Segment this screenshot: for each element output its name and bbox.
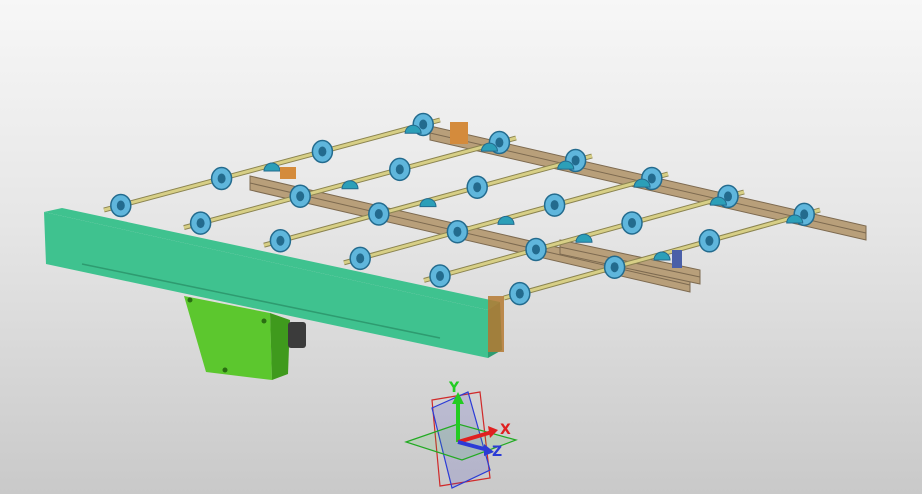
cad-model-scene[interactable]: Y X Z bbox=[0, 0, 922, 494]
3d-cad-viewport[interactable]: Y X Z bbox=[0, 0, 922, 494]
roller-hub bbox=[610, 262, 619, 273]
gearbox-bolt bbox=[222, 367, 228, 373]
roller-hub bbox=[356, 253, 365, 264]
roller-hub bbox=[436, 270, 444, 281]
roller-hub bbox=[318, 146, 327, 157]
roller-hub bbox=[276, 235, 285, 246]
end-bracket bbox=[488, 296, 504, 352]
roller-hub bbox=[628, 217, 636, 228]
orange-bracket bbox=[280, 167, 296, 179]
triad-z-label: Z bbox=[492, 444, 502, 460]
sensor-bracket bbox=[672, 250, 682, 268]
roller-hub bbox=[395, 164, 404, 175]
orange-bracket bbox=[450, 122, 468, 144]
motor-coupling bbox=[288, 322, 306, 348]
roller-hub bbox=[453, 226, 462, 237]
triad-x-label: X bbox=[500, 422, 511, 438]
roller-hub bbox=[571, 155, 580, 166]
roller-hub bbox=[419, 119, 428, 130]
roller-hub bbox=[705, 235, 714, 246]
roller-hub bbox=[532, 244, 540, 255]
gearbox-bolt bbox=[187, 297, 193, 303]
roller-hub bbox=[495, 137, 504, 148]
roller-hub bbox=[550, 200, 559, 211]
triad-y-label: Y bbox=[448, 380, 460, 396]
roller-hub bbox=[116, 200, 125, 211]
roller-hub bbox=[647, 173, 656, 184]
roller-hub bbox=[724, 191, 732, 202]
roller-hub bbox=[296, 191, 305, 202]
gearbox-bolt bbox=[261, 318, 267, 324]
roller-hub bbox=[217, 173, 226, 184]
coordinate-triad[interactable]: Y X Z bbox=[404, 380, 518, 489]
roller-hub bbox=[374, 208, 383, 219]
roller-hub bbox=[515, 288, 524, 299]
gearbox-side bbox=[270, 313, 290, 380]
roller-hub bbox=[473, 182, 482, 193]
roller-hub bbox=[196, 218, 205, 229]
